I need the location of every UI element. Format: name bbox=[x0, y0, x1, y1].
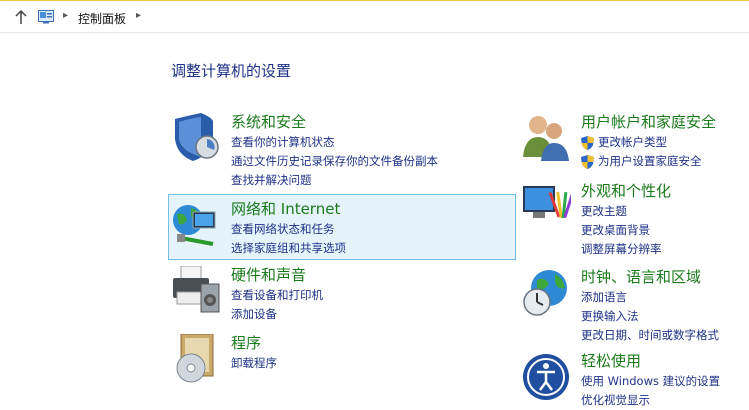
category-title[interactable]: 外观和个性化 bbox=[581, 180, 671, 201]
link-optimize-visual-display[interactable]: 优化视觉显示 bbox=[581, 391, 720, 410]
link-family-safety[interactable]: 为用户设置家庭安全 bbox=[581, 152, 702, 171]
globe-clock-icon[interactable] bbox=[521, 268, 571, 318]
monitor-palette-icon[interactable] bbox=[521, 182, 571, 232]
link-view-computer-status[interactable]: 查看你的计算机状态 bbox=[231, 133, 438, 152]
link-add-device[interactable]: 添加设备 bbox=[231, 305, 323, 324]
link-change-theme[interactable]: 更改主题 bbox=[581, 202, 662, 221]
link-screen-resolution[interactable]: 调整屏幕分辨率 bbox=[581, 240, 662, 259]
up-arrow-icon[interactable] bbox=[14, 9, 28, 25]
link-uninstall-program[interactable]: 卸载程序 bbox=[231, 354, 277, 373]
category-title[interactable]: 程序 bbox=[231, 332, 261, 353]
page-title: 调整计算机的设置 bbox=[171, 62, 292, 80]
link-add-language[interactable]: 添加语言 bbox=[581, 288, 719, 307]
category-title[interactable]: 时钟、语言和区域 bbox=[581, 266, 701, 287]
users-icon[interactable] bbox=[521, 113, 571, 163]
breadcrumb-separator[interactable]: ▸ bbox=[63, 10, 68, 21]
control-panel-icon bbox=[38, 10, 54, 24]
link-homegroup-sharing[interactable]: 选择家庭组和共享选项 bbox=[231, 239, 346, 258]
link-windows-recommended-settings[interactable]: 使用 Windows 建议的设置 bbox=[581, 372, 720, 391]
uac-shield-icon bbox=[581, 155, 594, 169]
link-change-account-type[interactable]: 更改帐户类型 bbox=[581, 133, 702, 152]
breadcrumb-control-panel[interactable]: 控制面板 bbox=[78, 10, 126, 27]
breadcrumb-separator[interactable]: ▸ bbox=[136, 10, 141, 21]
category-title[interactable]: 用户帐户和家庭安全 bbox=[581, 111, 716, 132]
category-title[interactable]: 系统和安全 bbox=[231, 111, 306, 132]
link-date-time-format[interactable]: 更改日期、时间或数字格式 bbox=[581, 326, 719, 345]
link-label: 为用户设置家庭安全 bbox=[598, 154, 702, 168]
printer-icon[interactable] bbox=[171, 266, 221, 316]
link-file-history-backup[interactable]: 通过文件历史记录保存你的文件备份副本 bbox=[231, 152, 438, 171]
link-devices-printers[interactable]: 查看设备和打印机 bbox=[231, 286, 323, 305]
link-label: 更改帐户类型 bbox=[598, 135, 667, 149]
link-network-status[interactable]: 查看网络状态和任务 bbox=[231, 220, 346, 239]
network-globe-icon[interactable] bbox=[171, 200, 221, 250]
address-bar: ▸ 控制面板 ▸ bbox=[0, 1, 749, 33]
link-troubleshoot[interactable]: 查找并解决问题 bbox=[231, 171, 438, 190]
category-title[interactable]: 网络和 Internet bbox=[231, 198, 340, 219]
uac-shield-icon bbox=[581, 136, 594, 150]
link-desktop-background[interactable]: 更改桌面背景 bbox=[581, 221, 662, 240]
link-change-input-method[interactable]: 更换输入法 bbox=[581, 307, 719, 326]
category-title[interactable]: 硬件和声音 bbox=[231, 264, 306, 285]
programs-disc-icon[interactable] bbox=[171, 334, 221, 384]
shield-icon[interactable] bbox=[171, 113, 221, 163]
ease-of-access-icon[interactable] bbox=[521, 352, 571, 402]
category-title[interactable]: 轻松使用 bbox=[581, 350, 641, 371]
